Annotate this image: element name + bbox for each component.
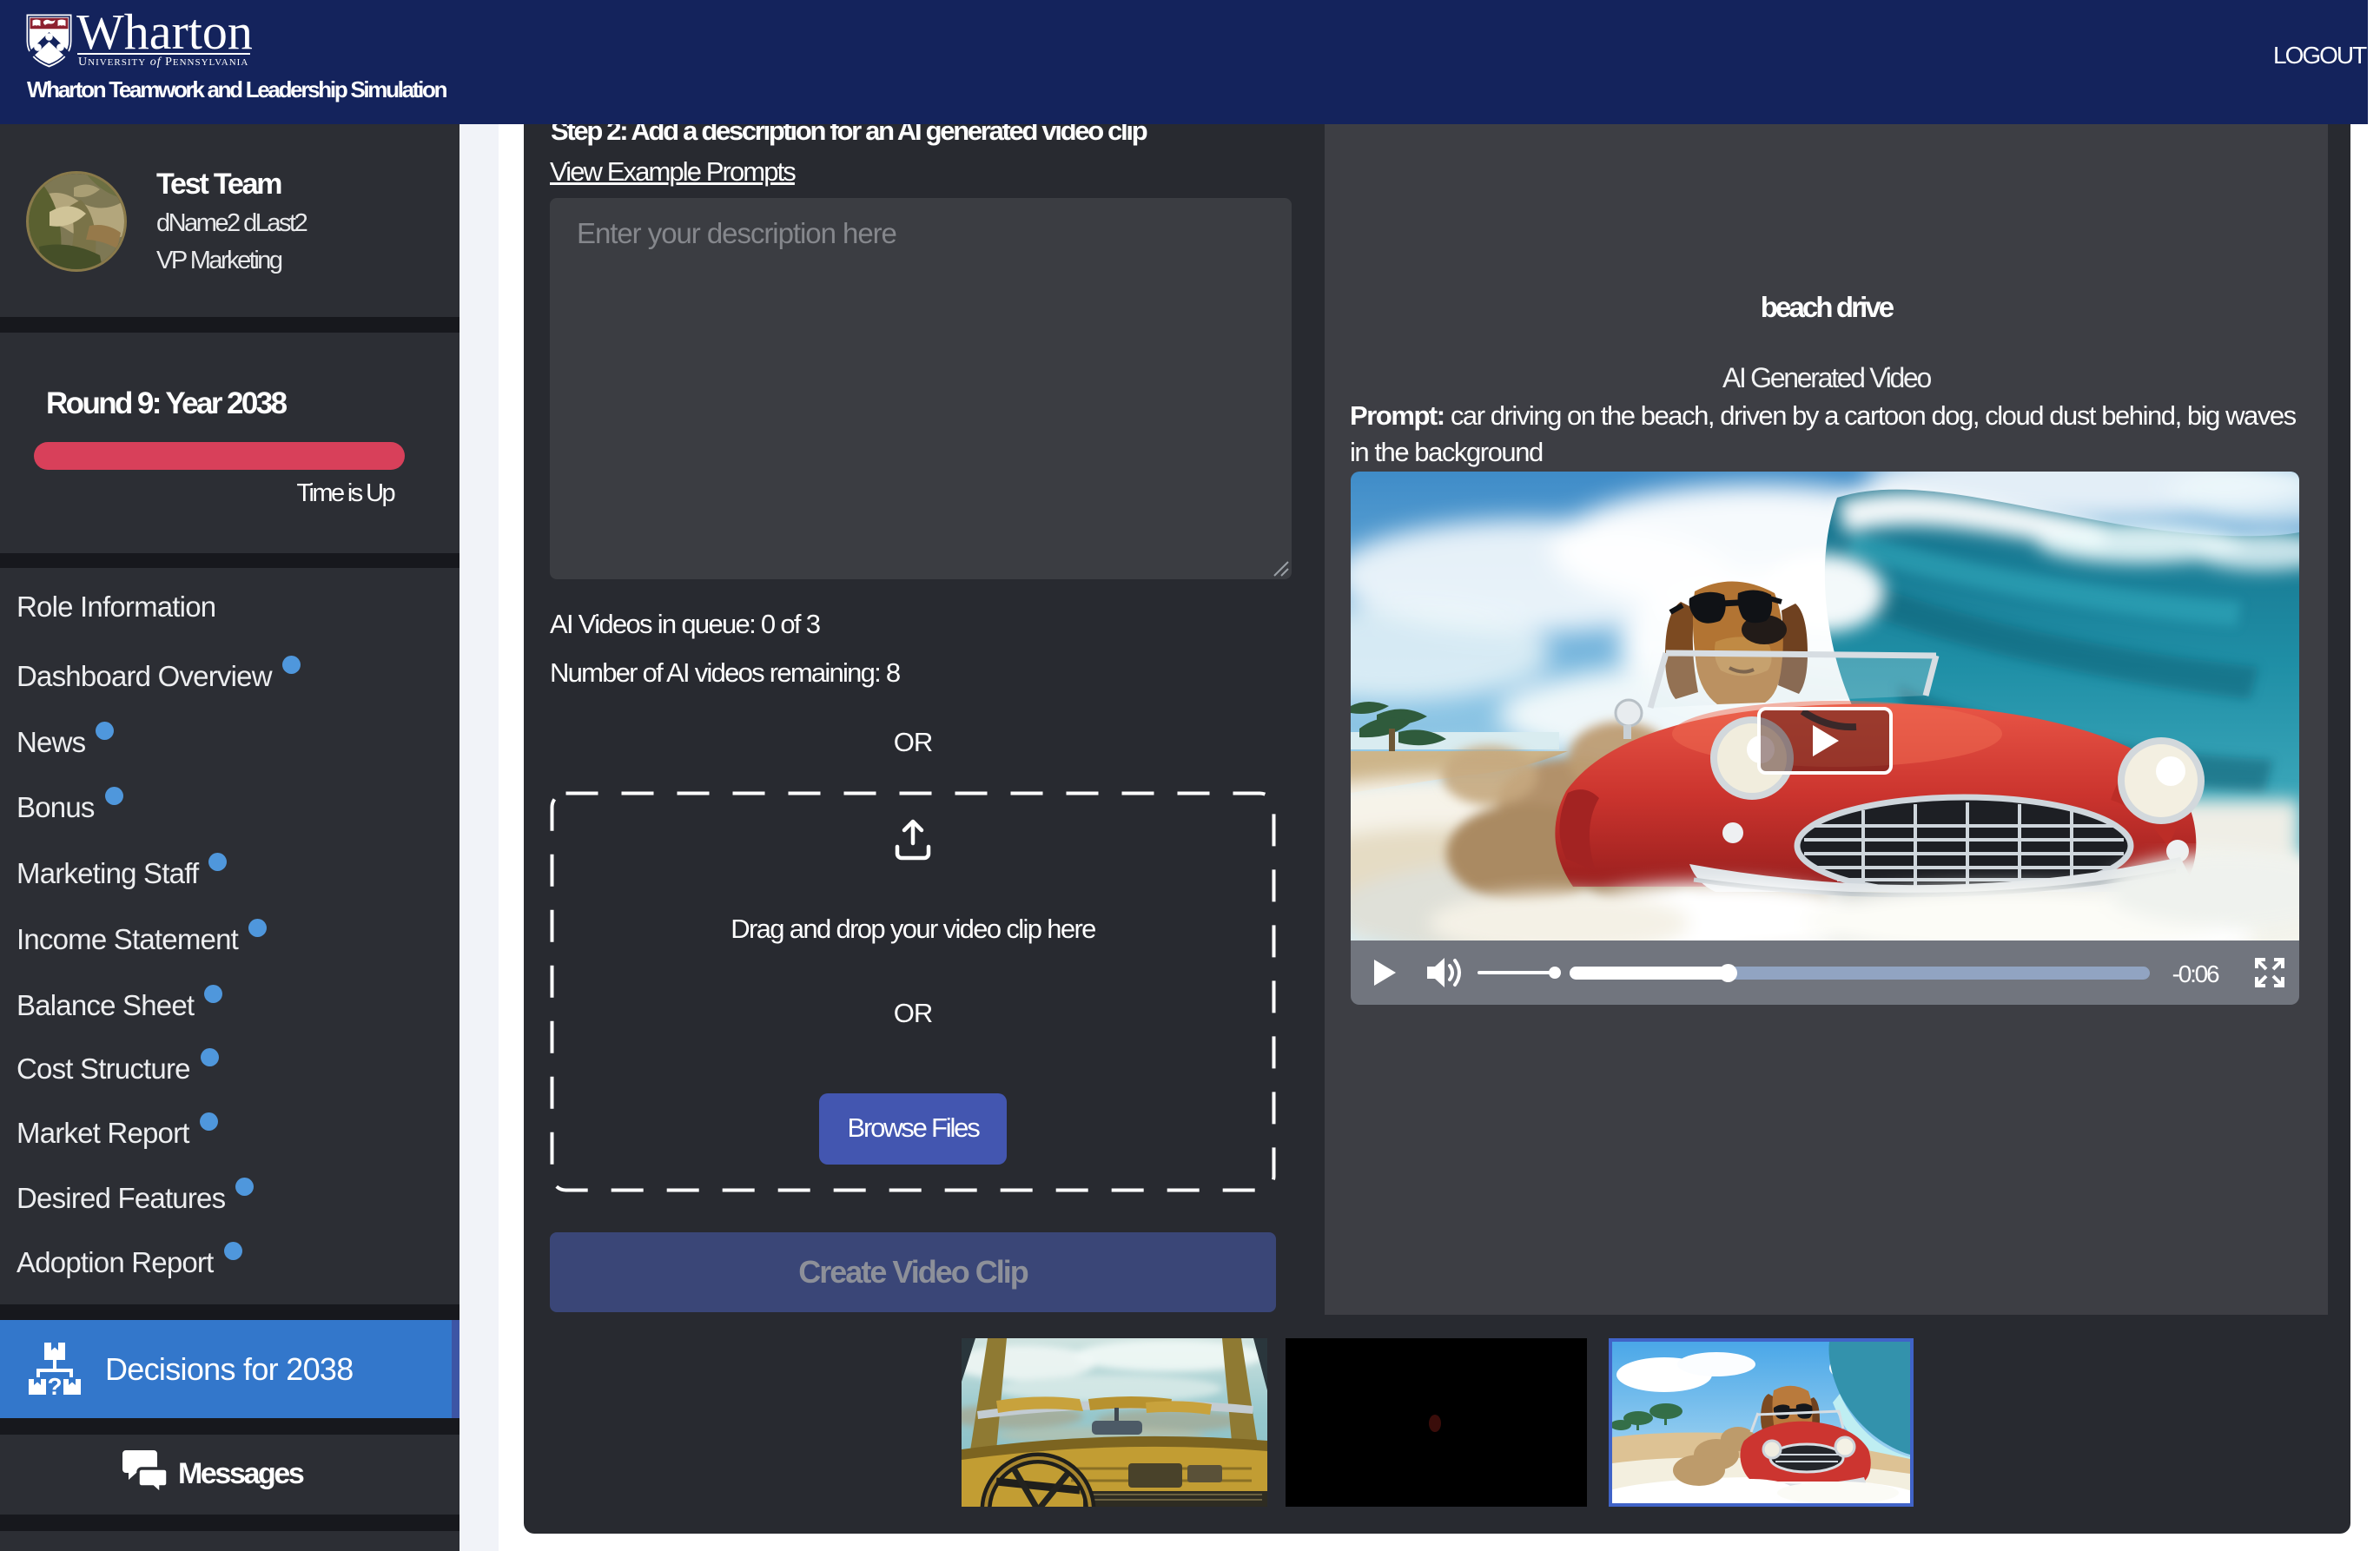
- svg-text:?: ?: [47, 1373, 62, 1396]
